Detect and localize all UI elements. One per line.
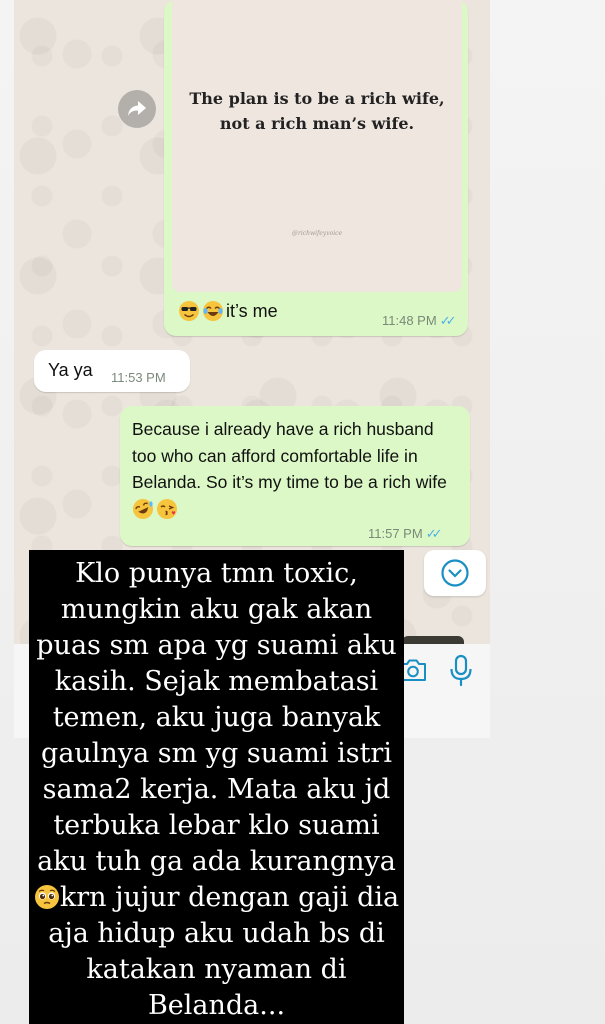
message-meta: 11:57 PM ✓✓ bbox=[368, 526, 443, 542]
mic-icon bbox=[450, 654, 472, 687]
quote-image[interactable]: The plan is to be a rich wife, not a ric… bbox=[172, 0, 462, 292]
overlay-text: Klo punya tmn toxic, mungkin aku gak aka… bbox=[29, 556, 404, 1024]
message-time: 11:57 PM bbox=[368, 526, 423, 541]
image-caption: it’s me bbox=[178, 300, 278, 322]
message-time: 11:53 PM bbox=[111, 370, 166, 385]
sunglasses-emoji bbox=[179, 301, 199, 321]
mic-button[interactable] bbox=[448, 654, 474, 693]
scroll-down-button[interactable] bbox=[424, 550, 486, 596]
message-meta: 11:48 PM ✓✓ bbox=[382, 313, 457, 329]
message-text: Because i already have a rich husband to… bbox=[132, 419, 447, 492]
overlay-text-part-2: krn jujur dengan gaji dia aja hidup aku … bbox=[48, 882, 400, 1021]
outgoing-message[interactable]: Because i already have a rich husband to… bbox=[120, 406, 470, 546]
image-signature: @richwifeyvoice bbox=[291, 230, 343, 237]
read-ticks-icon: ✓✓ bbox=[439, 313, 457, 328]
forward-icon bbox=[128, 101, 146, 116]
message-time: 11:48 PM bbox=[382, 313, 437, 328]
forward-button[interactable] bbox=[118, 90, 156, 128]
read-ticks-icon: ✓✓ bbox=[425, 526, 443, 541]
chevron-down-circle-icon bbox=[441, 559, 469, 587]
message-text-wrap: Because i already have a rich husband to… bbox=[132, 416, 462, 522]
overlay-text-part-1: Klo punya tmn toxic, mungkin aku gak aka… bbox=[36, 558, 397, 877]
image-message[interactable]: The plan is to be a rich wife, not a ric… bbox=[164, 0, 468, 336]
quote-text: The plan is to be a rich wife, not a ric… bbox=[189, 89, 445, 133]
caption-text: it’s me bbox=[226, 301, 278, 321]
kiss-emoji bbox=[157, 498, 177, 519]
incoming-message[interactable]: Ya ya 11:53 PM bbox=[34, 350, 190, 392]
pleading-face-emoji bbox=[34, 885, 59, 909]
rofl-emoji bbox=[133, 498, 153, 519]
joy-emoji bbox=[203, 301, 223, 321]
story-text-overlay: Klo punya tmn toxic, mungkin aku gak aka… bbox=[29, 550, 404, 1024]
message-text: Ya ya bbox=[48, 360, 93, 380]
